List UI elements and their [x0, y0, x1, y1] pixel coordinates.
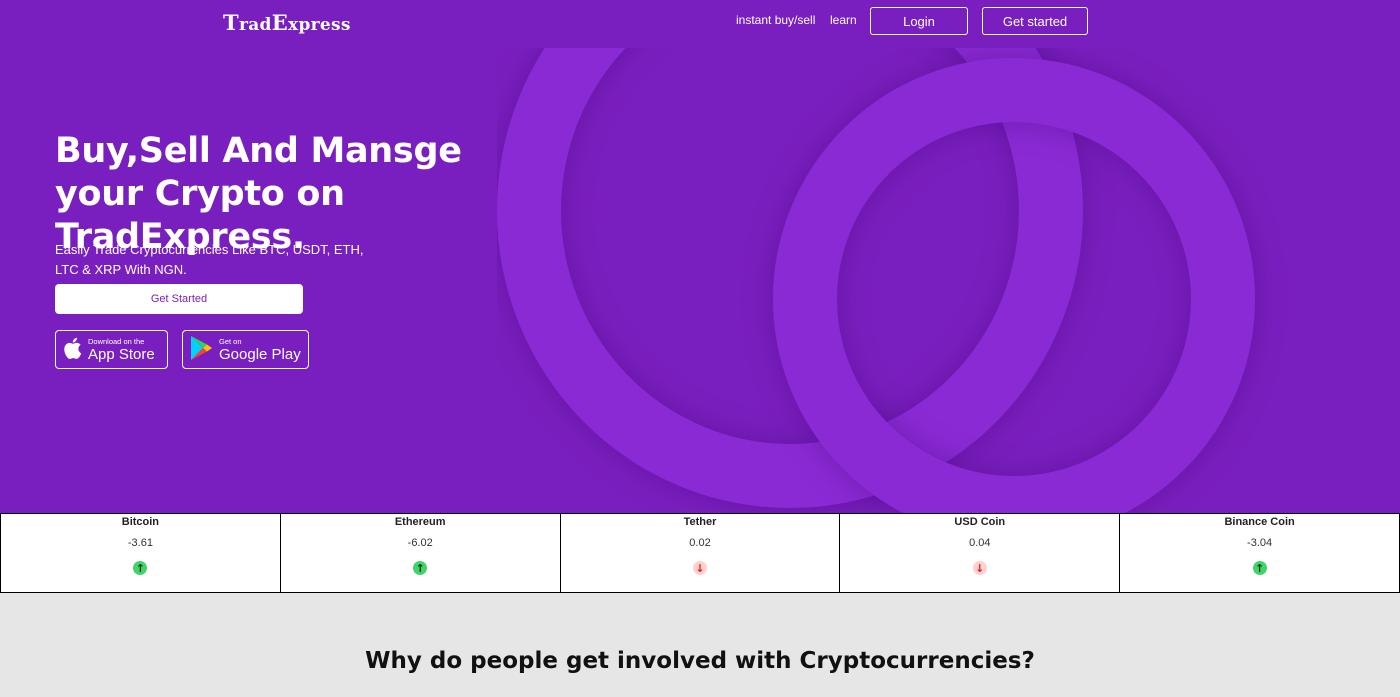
ticker-coin-value: 0.02 [689, 537, 711, 549]
ticker-coin-value: -6.02 [407, 537, 433, 549]
ticker-coin-name: Tether [683, 516, 717, 528]
ticker-coin-name: Bitcoin [121, 516, 160, 528]
login-button[interactable]: Login [870, 7, 968, 35]
top-nav: TradExpress instant buy/sell learn Login… [0, 0, 1400, 44]
app-store-button[interactable]: Download on the App Store [55, 330, 168, 369]
google-play-button[interactable]: Get on Google Play [182, 330, 309, 369]
app-store-large-label: App Store [88, 345, 155, 363]
logo[interactable]: TradExpress [223, 10, 351, 35]
apple-icon [62, 336, 82, 364]
nav-learn[interactable]: learn [830, 13, 857, 27]
section-title: Why do people get involved with Cryptocu… [365, 648, 1035, 674]
ticker-card-binance-coin[interactable]: Binance Coin -3.04 ↑ [1119, 513, 1400, 593]
ring-right [773, 58, 1255, 513]
arrow-down-icon: ↓ [692, 561, 707, 575]
app-store-small-label: Download on the [88, 336, 145, 346]
arrow-down-icon: ↓ [972, 561, 987, 575]
google-play-large-label: Google Play [219, 345, 301, 363]
ticker-card-tether[interactable]: Tether 0.02 ↓ [559, 513, 841, 593]
hero-section: TradExpress instant buy/sell learn Login… [0, 0, 1400, 513]
get-started-nav-button[interactable]: Get started [982, 7, 1088, 35]
crypto-ticker: Bitcoin -3.61 ↑ Ethereum -6.02 ↑ Tether … [0, 513, 1400, 593]
ticker-card-ethereum[interactable]: Ethereum -6.02 ↑ [279, 513, 561, 593]
google-play-icon [189, 335, 213, 365]
ticker-coin-value: -3.61 [127, 537, 153, 549]
arrow-up-icon: ↑ [133, 561, 148, 575]
decorative-rings [497, 48, 1397, 513]
arrow-up-icon: ↑ [1252, 561, 1267, 575]
ticker-coin-name: Binance Coin [1224, 516, 1295, 528]
arrow-up-icon: ↑ [413, 561, 428, 575]
hero-subtext: Easily Trade Cryptocurrencies Like BTC, … [55, 242, 364, 277]
ticker-coin-value: -3.04 [1247, 537, 1273, 549]
ticker-coin-name: Ethereum [394, 516, 446, 528]
ticker-coin-value: 0.04 [969, 537, 991, 549]
nav-instant-buy-sell[interactable]: instant buy/sell [736, 13, 815, 27]
google-play-small-label: Get on [219, 336, 242, 346]
ticker-card-usd-coin[interactable]: USD Coin 0.04 ↓ [839, 513, 1121, 593]
ticker-card-bitcoin[interactable]: Bitcoin -3.61 ↑ [0, 513, 281, 593]
ticker-coin-name: USD Coin [954, 516, 1006, 528]
get-started-button[interactable]: Get Started [55, 284, 303, 314]
